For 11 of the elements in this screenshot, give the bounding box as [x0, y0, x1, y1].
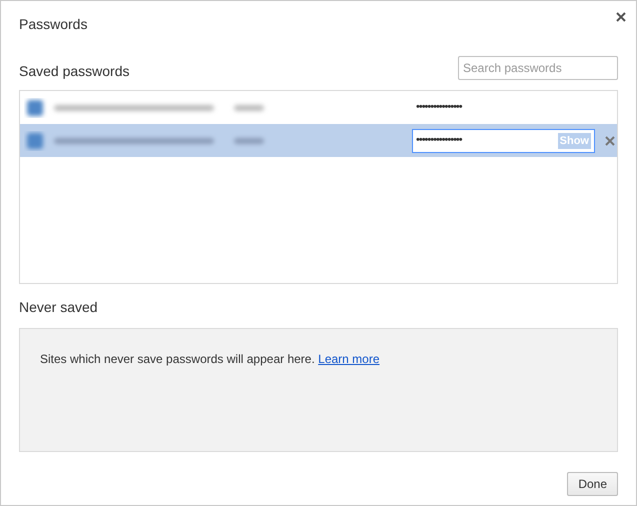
section-heading: Saved passwords — [19, 62, 130, 81]
section-heading: Never saved — [19, 298, 99, 317]
search-field[interactable]: Search passwords — [458, 56, 618, 80]
password-text: •••••••••••••••• — [415, 100, 462, 116]
password-field[interactable]: •••••••••••••••• Show — [412, 128, 595, 152]
learn-more-link[interactable]: Learn more — [318, 352, 380, 366]
password-row[interactable]: •••••••••••••••• Show — [20, 124, 617, 157]
empty-message: Sites which never save passwords will appear here. Learn more — [40, 351, 381, 368]
close-icon[interactable] — [614, 10, 628, 24]
dialog-title: Passwords — [19, 15, 88, 34]
done-button[interactable]: Done — [567, 472, 618, 496]
